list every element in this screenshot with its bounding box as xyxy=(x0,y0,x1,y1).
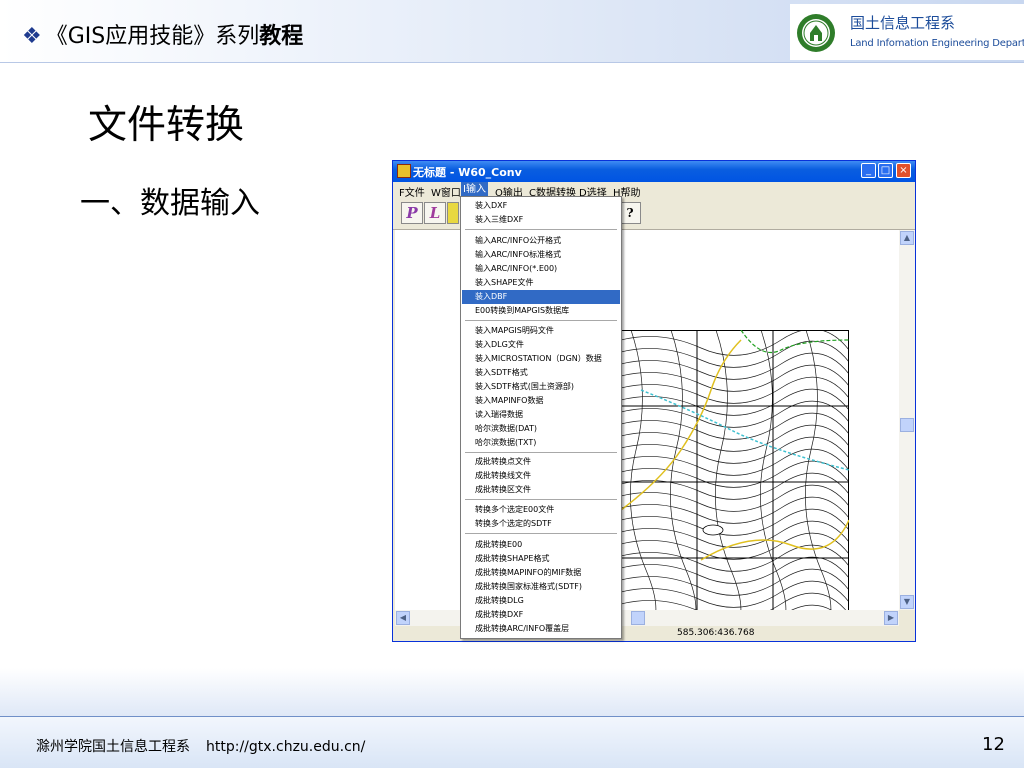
menu-item-batch-point[interactable]: 成批转换点文件 xyxy=(462,455,620,469)
menu-item-sdtf-ministry[interactable]: 装入SDTF格式(国土资源部) xyxy=(462,380,620,394)
university-emblem-icon xyxy=(797,14,835,52)
menu-item-load-shape[interactable]: 装入SHAPE文件 xyxy=(462,276,620,290)
menu-item-batch-e00[interactable]: 成批转换E00 xyxy=(462,538,620,552)
point-tool-button[interactable]: P xyxy=(401,202,423,224)
menu-item-batch-dxf[interactable]: 成批转换DXF xyxy=(462,608,620,622)
scroll-up-icon[interactable]: ▲ xyxy=(900,231,914,245)
maximize-button[interactable]: □ xyxy=(878,163,893,178)
footer-url-link[interactable]: http://gtx.chzu.edu.cn/ xyxy=(206,739,365,755)
menu-item-batch-mif[interactable]: 成批转换MAPINFO的MIF数据 xyxy=(462,566,620,580)
menu-item-arcinfo-standard[interactable]: 输入ARC/INFO标准格式 xyxy=(462,248,620,262)
page-number: 12 xyxy=(982,734,1005,755)
scroll-down-icon[interactable]: ▼ xyxy=(900,595,914,609)
menu-item-batch-dlg[interactable]: 成批转换DLG xyxy=(462,594,620,608)
window-titlebar[interactable]: 无标题 - W60_Conv _ □ × xyxy=(393,161,915,182)
slide-subtitle: 一、数据输入 xyxy=(80,186,260,221)
menu-separator xyxy=(465,452,617,453)
menu-item-e00-to-mapgis[interactable]: E00转换到MAPGIS数据库 xyxy=(462,304,620,318)
menu-separator xyxy=(465,499,617,500)
menu-item-load-3d-dxf[interactable]: 装入三维DXF xyxy=(462,213,620,227)
menu-item-batch-line[interactable]: 成批转换线文件 xyxy=(462,469,620,483)
series-title-prefix: 《GIS应用技能》系列 xyxy=(45,24,260,49)
cursor-coordinates: 585.306:436.768 xyxy=(677,628,755,638)
header-divider xyxy=(0,62,1024,63)
minimize-button[interactable]: _ xyxy=(861,163,876,178)
menu-item-ruide[interactable]: 读入瑞得数据 xyxy=(462,408,620,422)
menu-item-mapgis-plaintext[interactable]: 装入MAPGIS明码文件 xyxy=(462,324,620,338)
close-button[interactable]: × xyxy=(896,163,911,178)
vertical-scrollbar[interactable]: ▲ ▼ xyxy=(899,230,915,610)
horizontal-scroll-thumb[interactable] xyxy=(631,611,645,625)
menu-item-multi-e00[interactable]: 转换多个选定E00文件 xyxy=(462,503,620,517)
menu-item-arcinfo-e00[interactable]: 输入ARC/INFO(*.E00) xyxy=(462,262,620,276)
menu-item-mapinfo[interactable]: 装入MAPINFO数据 xyxy=(462,394,620,408)
region-tool-button[interactable] xyxy=(447,202,459,224)
window-title: 无标题 - W60_Conv xyxy=(413,166,522,179)
help-pointer-button[interactable]: ? xyxy=(619,202,641,224)
menu-window[interactable]: W窗口 xyxy=(431,184,461,199)
menu-item-batch-shape[interactable]: 成批转换SHAPE格式 xyxy=(462,552,620,566)
scroll-right-icon[interactable]: ▶ xyxy=(884,611,898,625)
menu-item-harbin-txt[interactable]: 哈尔滨数据(TXT) xyxy=(462,436,620,450)
menu-item-microstation-dgn[interactable]: 装入MICROSTATION（DGN）数据 xyxy=(462,352,620,366)
line-tool-button[interactable]: L xyxy=(424,202,446,224)
menu-item-arcinfo-public[interactable]: 输入ARC/INFO公开格式 xyxy=(462,234,620,248)
department-logo: 国土信息工程系 Land Infomation Engineering Depa… xyxy=(790,4,1024,60)
diamond-bullet-icon: ❖ xyxy=(22,24,42,49)
footer-text: 滁州学院国土信息工程系 http://gtx.chzu.edu.cn/ xyxy=(36,736,365,756)
menu-file[interactable]: F文件 xyxy=(399,184,425,199)
input-menu-dropdown: 装入DXF 装入三维DXF 输入ARC/INFO公开格式 输入ARC/INFO标… xyxy=(460,196,622,639)
series-title-emphasis: 教程 xyxy=(259,24,304,49)
contour-map xyxy=(621,330,849,635)
menu-item-multi-sdtf[interactable]: 转换多个选定的SDTF xyxy=(462,517,620,531)
menu-item-batch-region[interactable]: 成批转换区文件 xyxy=(462,483,620,497)
footer-gradient xyxy=(0,668,1024,716)
slide-title: 文件转换 xyxy=(88,103,245,148)
scroll-left-icon[interactable]: ◀ xyxy=(396,611,410,625)
menu-item-sdtf[interactable]: 装入SDTF格式 xyxy=(462,366,620,380)
menu-separator xyxy=(465,229,617,230)
department-name-en: Land Infomation Engineering Department xyxy=(850,38,1024,49)
footer-school: 滁州学院国土信息工程系 xyxy=(36,739,190,755)
app-icon xyxy=(397,164,411,178)
menu-item-load-dxf[interactable]: 装入DXF xyxy=(462,199,620,213)
menu-item-batch-sdtf[interactable]: 成批转换国家标准格式(SDTF) xyxy=(462,580,620,594)
series-title: ❖ 《GIS应用技能》系列教程 xyxy=(22,18,303,50)
menu-item-load-dbf[interactable]: 装入DBF xyxy=(462,290,620,304)
menu-separator xyxy=(465,533,617,534)
menu-separator xyxy=(465,320,617,321)
menu-item-batch-arcinfo-coverage[interactable]: 成批转换ARC/INFO覆盖层 xyxy=(462,622,620,636)
menu-item-load-dlg[interactable]: 装入DLG文件 xyxy=(462,338,620,352)
department-name-cn: 国土信息工程系 xyxy=(850,14,956,32)
menu-item-harbin-dat[interactable]: 哈尔滨数据(DAT) xyxy=(462,422,620,436)
vertical-scroll-thumb[interactable] xyxy=(900,418,914,432)
